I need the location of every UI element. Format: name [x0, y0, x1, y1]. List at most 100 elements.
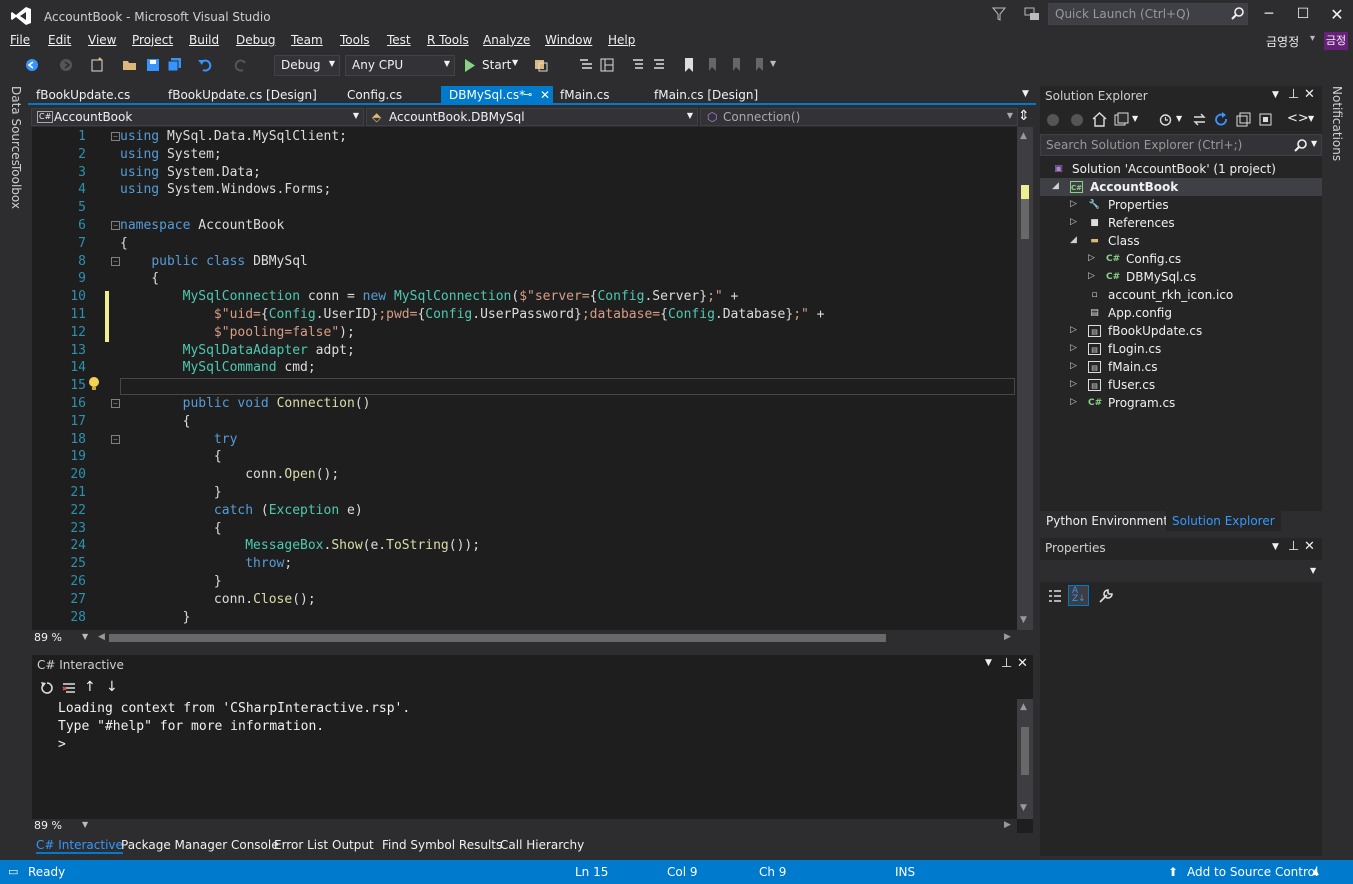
tab-python-environments[interactable]: Python Environments: [1040, 511, 1181, 531]
tree-item[interactable]: ▷ C# DBMySql.cs: [1040, 268, 1322, 286]
code-line[interactable]: using System.Windows.Forms;: [120, 182, 331, 197]
code-line[interactable]: {: [120, 271, 159, 286]
property-pages-icon[interactable]: [1098, 588, 1114, 604]
zoom-dropdown-icon[interactable]: ▼: [82, 632, 88, 641]
expanded-arrow-icon[interactable]: ◢: [1070, 235, 1077, 245]
pin-icon[interactable]: ⊸: [523, 88, 532, 101]
editor-horizontal-scrollbar[interactable]: 89 % ▼ ◀ ▶: [32, 630, 1017, 646]
uncomment-lines-icon[interactable]: [651, 57, 667, 73]
tab-output[interactable]: Output: [332, 838, 374, 852]
scroll-right-icon[interactable]: ▶: [1004, 820, 1011, 830]
panel-menu-icon[interactable]: ▼: [1272, 542, 1279, 552]
tree-item[interactable]: ▷ ▤ fBookUpdate.cs: [1040, 322, 1322, 340]
panel-menu-icon[interactable]: ▼: [985, 658, 992, 668]
pin-icon[interactable]: ⊥: [1001, 656, 1012, 671]
feedback-icon[interactable]: [1024, 7, 1040, 21]
filter-icon[interactable]: [992, 7, 1006, 21]
tab-fbookupdate-cs[interactable]: fBookUpdate.cs: [28, 86, 138, 105]
code-line[interactable]: $"pooling=false");: [120, 325, 355, 340]
sync-icon[interactable]: [1192, 112, 1207, 127]
collapsed-arrow-icon[interactable]: ▷: [1070, 217, 1077, 227]
forward-icon[interactable]: [1070, 113, 1084, 127]
tree-item[interactable]: ▷ C# Config.cs: [1040, 250, 1322, 268]
clear-bookmarks-icon[interactable]: [751, 57, 767, 73]
collapsed-arrow-icon[interactable]: ▷: [1088, 271, 1095, 281]
solution-view-icon[interactable]: [578, 57, 594, 73]
tree-item[interactable]: ▫ account_rkh_icon.ico: [1040, 286, 1322, 304]
tab-error-list[interactable]: Error List: [274, 838, 328, 852]
open-folder-icon[interactable]: [122, 57, 138, 73]
tab-fmain-cs[interactable]: fMain.cs: [552, 86, 618, 105]
interactive-horizontal-scrollbar[interactable]: 89 % ▼ ▶: [32, 819, 1017, 833]
collapse-icon[interactable]: −: [111, 257, 120, 266]
close-icon[interactable]: ✕: [540, 88, 550, 102]
code-line[interactable]: catch (Exception e): [120, 503, 363, 518]
undo-icon[interactable]: [197, 57, 213, 73]
tab-package-manager-console[interactable]: Package Manager Console: [121, 838, 279, 852]
solution-configuration-select[interactable]: Debug ▼: [274, 55, 340, 76]
code-line[interactable]: MySqlConnection conn = new MySqlConnecti…: [120, 289, 739, 304]
back-icon[interactable]: [24, 57, 40, 73]
refresh-icon[interactable]: [1214, 112, 1229, 127]
menu-view[interactable]: View: [88, 33, 116, 47]
code-line[interactable]: }: [120, 574, 222, 589]
code-line[interactable]: MySqlCommand cmd;: [120, 360, 316, 375]
close-icon[interactable]: ✕: [1304, 539, 1315, 554]
collapse-icon[interactable]: −: [111, 435, 120, 444]
code-line[interactable]: }: [120, 610, 191, 625]
code-editor[interactable]: 1 2 3 4 5 6 7 8 9 10 11 12 13 14 15 16 17 18 19 20 21 22 23 24 2…: [32, 127, 1017, 630]
upload-icon[interactable]: ⬆: [1168, 865, 1178, 879]
bookmark-icon[interactable]: [681, 57, 697, 73]
scroll-down-icon[interactable]: ▼: [1020, 615, 1027, 625]
scroll-left-icon[interactable]: ◀: [98, 632, 105, 642]
tree-item[interactable]: ◢ ▬ Class: [1040, 232, 1322, 250]
show-all-files-icon[interactable]: [1258, 112, 1273, 127]
redo-icon[interactable]: [233, 57, 249, 73]
save-all-icon[interactable]: [167, 57, 183, 73]
expanded-arrow-icon[interactable]: ◢: [1052, 181, 1059, 191]
collapsed-arrow-icon[interactable]: ▷: [1070, 343, 1077, 353]
close-icon[interactable]: ✕: [1017, 656, 1028, 671]
reset-icon[interactable]: [40, 681, 54, 695]
collapse-icon[interactable]: −: [111, 399, 120, 408]
user-dropdown-icon[interactable]: ▾: [1310, 33, 1315, 44]
panel-menu-icon[interactable]: ▼: [1272, 90, 1279, 100]
tree-item[interactable]: ▷ ■ References: [1040, 214, 1322, 232]
pending-changes-icon[interactable]: [1158, 112, 1173, 127]
tab-find-symbol-results[interactable]: Find Symbol Results: [382, 838, 502, 852]
zoom-dropdown-icon[interactable]: ▼: [82, 820, 88, 829]
tree-item[interactable]: ▷ ▤ fLogin.cs: [1040, 340, 1322, 358]
code-line[interactable]: throw;: [120, 556, 292, 571]
collapse-icon[interactable]: −: [111, 132, 120, 141]
back-icon[interactable]: [1046, 113, 1060, 127]
collapsed-arrow-icon[interactable]: ▷: [1088, 253, 1095, 263]
alphabetical-button[interactable]: A Z↓: [1068, 585, 1089, 606]
code-line[interactable]: MySqlDataAdapter adpt;: [120, 343, 355, 358]
code-line[interactable]: conn.Open();: [120, 467, 339, 482]
collapse-all-icon[interactable]: [1236, 112, 1251, 127]
add-to-source-control[interactable]: Add to Source Control: [1187, 865, 1318, 879]
tree-item[interactable]: ▣ Solution 'AccountBook' (1 project): [1040, 160, 1322, 178]
menu-analyze[interactable]: Analyze: [483, 33, 530, 47]
lightbulb-icon[interactable]: [88, 376, 100, 392]
collapsed-arrow-icon[interactable]: ▷: [1070, 361, 1077, 371]
maximize-button[interactable]: ☐: [1284, 0, 1322, 28]
code-line[interactable]: {: [120, 236, 128, 251]
tree-item[interactable]: ▤ App.config: [1040, 304, 1322, 322]
chevron-down-icon[interactable]: ▼: [1308, 114, 1314, 123]
tree-item[interactable]: ▷ ▤ fMain.cs: [1040, 358, 1322, 376]
collapse-icon[interactable]: −: [111, 221, 120, 230]
menu-file[interactable]: File: [10, 33, 30, 47]
tab-fmain-design[interactable]: fMain.cs [Design]: [646, 86, 766, 105]
toolbox-tab[interactable]: Toolbox: [9, 164, 23, 209]
object-selector[interactable]: ▼: [1040, 560, 1322, 582]
code-line[interactable]: using System;: [120, 147, 222, 162]
collapsed-arrow-icon[interactable]: ▷: [1070, 379, 1077, 389]
tree-item[interactable]: ▷ C# Program.cs: [1040, 394, 1322, 412]
menu-debug[interactable]: Debug: [236, 33, 275, 47]
code-line[interactable]: }: [120, 485, 222, 500]
chevron-down-icon[interactable]: ▼: [1176, 114, 1182, 123]
notifications-tab[interactable]: Notifications: [1330, 86, 1344, 161]
scroll-down-icon[interactable]: ▼: [1020, 803, 1027, 813]
next-bookmark-icon[interactable]: [728, 57, 744, 73]
